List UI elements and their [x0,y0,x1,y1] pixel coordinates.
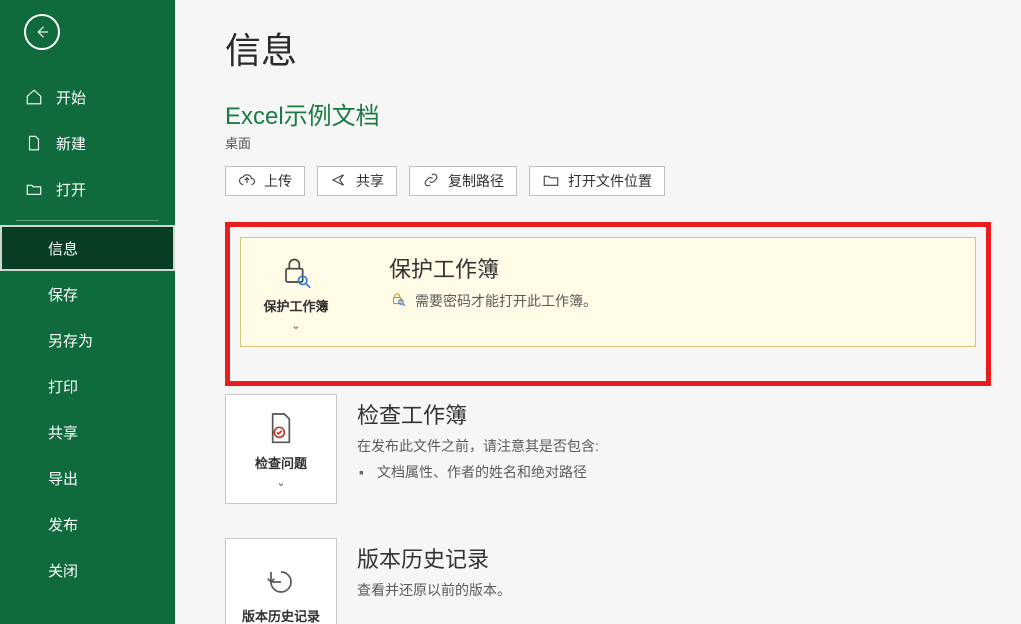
version-history-row: 版本历史记录 版本历史记录 查看并还原以前的版本。 [225,538,991,624]
section-note: 查看并还原以前的版本。 [357,580,991,600]
back-arrow-icon [24,14,60,50]
inspect-workbook-info: 检查工作簿 在发布此文件之前，请注意其是否包含: 文档属性、作者的姓名和绝对路径 [357,394,991,482]
sidebar-item-label: 打印 [48,376,78,397]
button-label: 复制路径 [448,171,504,191]
sidebar-item-label: 打开 [56,179,86,200]
home-icon [24,88,44,106]
sidebar-item-label: 新建 [56,133,86,154]
annotation-highlight: 保护工作簿 ⌄ 保护工作簿 需要密码才能打开此工作簿。 [225,222,991,386]
protect-workbook-row: 保护工作簿 ⌄ 保护工作簿 需要密码才能打开此工作簿。 [240,237,976,347]
sidebar-item-label: 发布 [48,514,78,535]
copy-path-button[interactable]: 复制路径 [409,166,517,196]
sidebar-item-label: 保存 [48,284,78,305]
open-location-button[interactable]: 打开文件位置 [529,166,665,196]
backstage-sidebar: 开始 新建 打开 信息 保存 另存为 打印 共享 [0,0,175,624]
sidebar-item-home[interactable]: 开始 [0,74,175,120]
button-label: 共享 [356,171,384,191]
section-note: 在发布此文件之前，请注意其是否包含: [357,436,991,456]
inspect-issue-list: 文档属性、作者的姓名和绝对路径 [357,462,991,482]
link-icon [422,171,440,192]
chevron-down-icon: ⌄ [291,319,300,332]
sidebar-item-export[interactable]: 导出 [0,455,175,501]
sidebar-divider [16,220,159,221]
document-location: 桌面 [225,133,991,152]
sidebar-nav: 开始 新建 打开 信息 保存 另存为 打印 共享 [0,74,175,593]
button-label: 打开文件位置 [568,171,652,191]
new-file-icon [24,134,44,152]
lock-key-icon [276,252,316,295]
sidebar-item-open[interactable]: 打开 [0,166,175,212]
protect-workbook-button[interactable]: 保护工作簿 ⌄ [240,237,352,347]
document-check-icon [261,409,301,452]
document-title: Excel示例文档 [225,96,991,131]
sidebar-item-label: 信息 [48,238,78,259]
share-icon [330,171,348,192]
cloud-upload-icon [238,171,256,192]
folder-open-icon [542,171,560,192]
version-history-button[interactable]: 版本历史记录 [225,538,337,624]
chevron-down-icon: ⌄ [276,476,285,489]
share-button[interactable]: 共享 [317,166,397,196]
button-label: 保护工作簿 [263,299,328,315]
button-label: 上传 [264,171,292,191]
upload-button[interactable]: 上传 [225,166,305,196]
protect-workbook-info: 保护工作簿 需要密码才能打开此工作簿。 [351,237,976,347]
sidebar-item-label: 共享 [48,422,78,443]
section-note: 需要密码才能打开此工作簿。 [415,291,597,311]
open-folder-icon [24,180,44,198]
sidebar-item-print[interactable]: 打印 [0,363,175,409]
section-heading: 保护工作簿 [389,252,955,284]
sidebar-item-info[interactable]: 信息 [0,225,175,271]
info-page: 信息 Excel示例文档 桌面 上传 共享 复制路径 打开文件位置 [175,0,1021,624]
sidebar-item-label: 关闭 [48,560,78,581]
sidebar-item-label: 另存为 [48,330,93,351]
button-label: 版本历史记录 [242,609,320,624]
version-history-info: 版本历史记录 查看并还原以前的版本。 [357,538,991,606]
lock-small-icon [389,290,407,311]
back-button[interactable] [22,12,62,52]
sidebar-item-close[interactable]: 关闭 [0,547,175,593]
sidebar-item-label: 导出 [48,468,78,489]
sidebar-item-saveas[interactable]: 另存为 [0,317,175,363]
info-toolbar: 上传 共享 复制路径 打开文件位置 [225,166,991,196]
page-title: 信息 [225,22,991,74]
inspect-issues-button[interactable]: 检查问题 ⌄ [225,394,337,504]
sidebar-item-new[interactable]: 新建 [0,120,175,166]
history-clock-icon [261,562,301,605]
sidebar-item-share[interactable]: 共享 [0,409,175,455]
sidebar-item-publish[interactable]: 发布 [0,501,175,547]
section-heading: 检查工作簿 [357,398,991,430]
sidebar-item-save[interactable]: 保存 [0,271,175,317]
list-item: 文档属性、作者的姓名和绝对路径 [377,462,991,482]
sidebar-item-label: 开始 [56,87,86,108]
inspect-workbook-row: 检查问题 ⌄ 检查工作簿 在发布此文件之前，请注意其是否包含: 文档属性、作者的… [225,394,991,504]
button-label: 检查问题 [255,456,307,472]
section-heading: 版本历史记录 [357,542,991,574]
